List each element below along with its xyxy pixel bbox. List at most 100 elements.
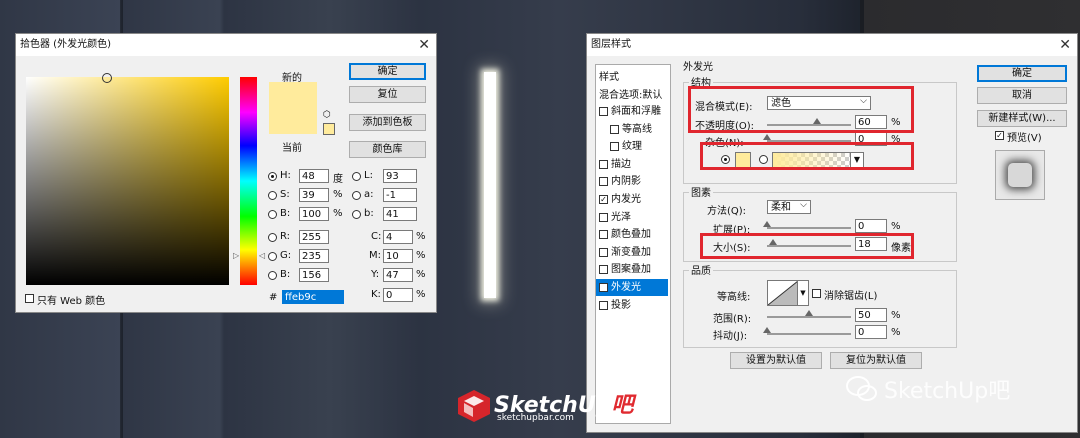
hex-input[interactable]: ffeb9c	[282, 290, 344, 304]
style-item-checkbox[interactable]	[599, 300, 608, 310]
style-item-checkbox[interactable]	[610, 124, 619, 134]
new-style-button[interactable]: 新建样式(W)...	[977, 110, 1067, 127]
add-to-swatches-button[interactable]: 添加到色板	[349, 114, 426, 131]
s-input[interactable]: 39	[299, 188, 329, 202]
style-item[interactable]: ✓ 外发光	[596, 279, 668, 296]
style-item-label: 颜色叠加	[611, 229, 651, 241]
cube-icon: ⬡	[323, 110, 331, 120]
style-item-checkbox[interactable]	[599, 247, 608, 257]
g-label: G:	[280, 250, 292, 261]
lab-b-radio[interactable]	[352, 210, 361, 219]
brand-suffix: 吧	[611, 393, 634, 418]
h-input[interactable]: 48	[299, 169, 329, 183]
jitter-input[interactable]: 0	[855, 325, 887, 339]
jitter-label: 抖动(J):	[713, 331, 748, 342]
style-item[interactable]: 渐变叠加	[596, 244, 668, 261]
style-item-checkbox[interactable]	[599, 212, 608, 222]
y-input[interactable]: 47	[383, 268, 413, 282]
b-unit: %	[333, 208, 343, 219]
m-label: M:	[369, 250, 381, 261]
set-default-button[interactable]: 设置为默认值	[730, 352, 822, 369]
style-item-label: 内发光	[611, 194, 641, 205]
saturation-brightness-field[interactable]	[26, 73, 229, 285]
style-item-label: 外发光	[611, 282, 641, 293]
style-item[interactable]: 图案叠加	[596, 261, 668, 278]
style-item[interactable]: 等高线	[596, 121, 668, 138]
r-input[interactable]: 255	[299, 230, 329, 244]
style-item[interactable]: 描边	[596, 156, 668, 173]
style-item-label: 描边	[611, 158, 631, 170]
style-item-checkbox[interactable]: ✓	[599, 195, 608, 204]
s-radio[interactable]	[268, 191, 277, 200]
web-colors-checkbox[interactable]	[25, 294, 34, 303]
style-item-checkbox[interactable]	[599, 230, 608, 240]
style-item[interactable]: ✓ 内发光	[596, 191, 668, 208]
k-input[interactable]: 0	[383, 288, 413, 302]
lab-b-input[interactable]: 41	[383, 207, 417, 221]
preview-checkbox[interactable]: ✓	[995, 131, 1004, 140]
preview-thumbnail	[995, 150, 1045, 200]
l-input[interactable]: 93	[383, 169, 417, 183]
sketchup-logo-shape	[458, 390, 490, 422]
r-radio[interactable]	[268, 233, 277, 242]
method-select[interactable]: 柔和	[767, 199, 811, 214]
b-input[interactable]: 100	[299, 207, 329, 221]
spread-input[interactable]: 0	[855, 219, 887, 233]
blend-options-item[interactable]: 混合选项:默认	[599, 86, 662, 101]
spread-slider-thumb[interactable]	[763, 221, 771, 227]
style-item-checkbox[interactable]	[599, 159, 608, 169]
jitter-slider-thumb[interactable]	[763, 327, 771, 333]
y-label: Y:	[371, 269, 380, 280]
g-input[interactable]: 235	[299, 249, 329, 263]
contour-preview[interactable]	[767, 280, 799, 306]
c-input[interactable]: 4	[383, 230, 413, 244]
hue-left-marker-icon[interactable]: ▷	[233, 251, 239, 260]
reset-button[interactable]: 复位	[349, 86, 426, 103]
g-radio[interactable]	[268, 252, 277, 261]
style-item-checkbox[interactable]	[599, 107, 608, 116]
range-slider-thumb[interactable]	[805, 310, 813, 316]
antialias-checkbox[interactable]	[812, 289, 821, 298]
l-radio[interactable]	[352, 172, 361, 181]
hue-slider[interactable]	[240, 77, 257, 285]
blue-radio[interactable]	[268, 271, 277, 280]
style-item-label: 斜面和浮雕	[611, 106, 661, 117]
styles-header[interactable]: 样式	[599, 68, 619, 83]
close-icon[interactable]: ✕	[1059, 34, 1071, 56]
a-radio[interactable]	[352, 191, 361, 200]
style-item[interactable]: 光泽	[596, 209, 668, 226]
reset-default-button[interactable]: 复位为默认值	[830, 352, 922, 369]
a-input[interactable]: -1	[383, 188, 417, 202]
color-libraries-button[interactable]: 颜色库	[349, 141, 426, 158]
style-item[interactable]: 颜色叠加	[596, 226, 668, 243]
wechat-icon	[845, 374, 879, 404]
c-label: C:	[371, 231, 382, 242]
cancel-button[interactable]: 取消	[977, 87, 1067, 104]
noise-slider-thumb[interactable]	[763, 134, 771, 140]
current-color-swatch[interactable]	[269, 108, 317, 134]
range-input[interactable]: 50	[855, 308, 887, 322]
range-slider-track[interactable]	[767, 316, 851, 318]
web-safe-swatch[interactable]	[323, 123, 335, 135]
style-item-checkbox[interactable]	[599, 177, 608, 187]
h-label: H:	[280, 170, 291, 181]
style-item[interactable]: 投影	[596, 297, 668, 314]
blue-input[interactable]: 156	[299, 268, 329, 282]
ok-button[interactable]: 确定	[349, 63, 426, 80]
style-item-checkbox[interactable]	[610, 142, 619, 152]
b-radio[interactable]	[268, 210, 277, 219]
h-radio[interactable]	[268, 172, 277, 181]
style-item[interactable]: 内阴影	[596, 173, 668, 190]
spread-slider-track[interactable]	[767, 227, 851, 229]
hue-right-marker-icon[interactable]: ◁	[259, 251, 265, 260]
close-icon[interactable]: ✕	[418, 34, 430, 56]
style-item-checkbox[interactable]: ✓	[599, 283, 608, 292]
jitter-slider-track[interactable]	[767, 333, 851, 335]
m-input[interactable]: 10	[383, 249, 413, 263]
style-item-checkbox[interactable]	[599, 265, 608, 275]
style-item[interactable]: 斜面和浮雕	[596, 103, 668, 120]
contour-dropdown-icon[interactable]: ▼	[797, 280, 809, 306]
color-cursor[interactable]	[102, 73, 112, 83]
ok-button[interactable]: 确定	[977, 65, 1067, 82]
style-item[interactable]: 纹理	[596, 138, 668, 155]
